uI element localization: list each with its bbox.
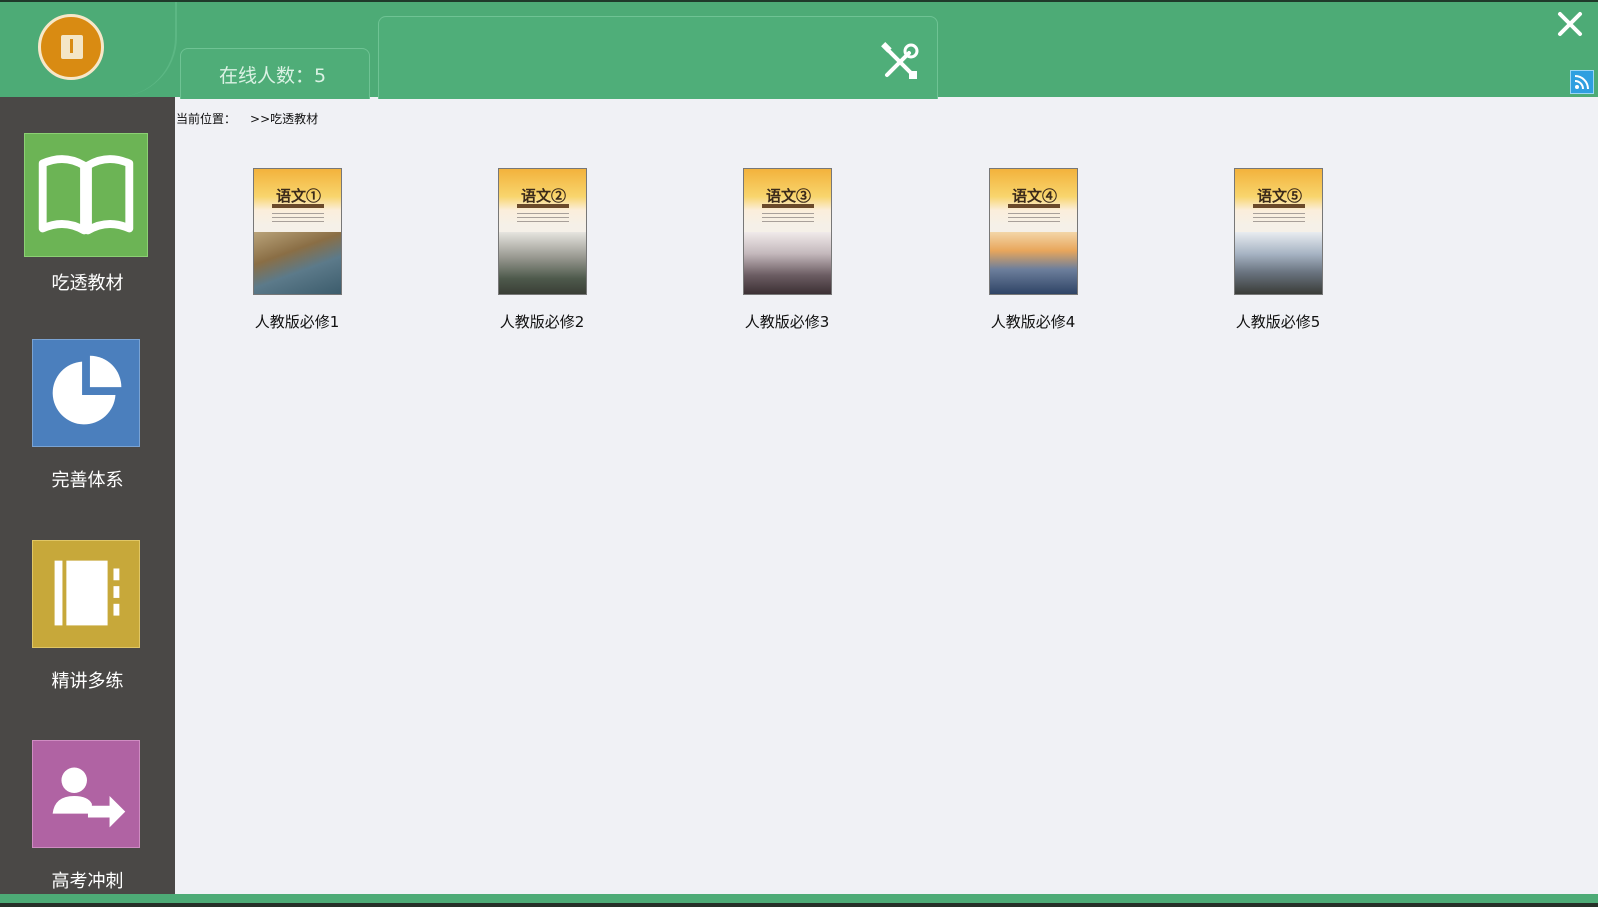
book-item[interactable]: 语文② 人教版必修2 (467, 168, 617, 338)
app-logo[interactable] (38, 14, 104, 80)
cover-text-lines (272, 213, 324, 223)
tools-panel (378, 16, 938, 99)
sidebar-item-system[interactable]: 完善体系 (0, 339, 175, 499)
book-item[interactable]: 语文⑤ 人教版必修5 (1203, 168, 1353, 338)
cover-landscape (254, 232, 341, 294)
bottom-edge (0, 903, 1598, 907)
top-bar: 在线人数：5 (0, 0, 1598, 99)
main-content: 当前位置： >>吃透教材 语文① 人教版必修1 语文② 人教版必修2 语文③ 人教… (175, 97, 1598, 894)
online-count-label: 在线人数：5 (219, 65, 327, 87)
book-label: 人教版必修5 (1235, 313, 1321, 331)
book-icon (38, 155, 134, 235)
exam-tile[interactable] (32, 740, 140, 848)
cover-title: 语文② (521, 187, 567, 205)
cover-band (517, 204, 569, 208)
sidebar-item-label: 高考冲刺 (51, 871, 124, 892)
cover-title: 语文⑤ (1257, 187, 1303, 205)
rss-icon[interactable] (1570, 70, 1594, 94)
close-icon[interactable] (1556, 10, 1584, 38)
logo-area (0, 2, 177, 97)
book-label: 人教版必修1 (254, 313, 340, 331)
sidebar: 吃透教材 完善体系 精讲多练 高考冲刺 (0, 97, 175, 894)
logo-icon (61, 35, 83, 59)
cover-text-lines (1008, 213, 1060, 223)
book-item[interactable]: 语文④ 人教版必修4 (958, 168, 1108, 338)
sidebar-item-label: 完善体系 (51, 470, 124, 491)
sidebar-item-practice[interactable]: 精讲多练 (0, 540, 175, 700)
breadcrumb: 当前位置： >>吃透教材 (176, 110, 318, 127)
cover-band (762, 204, 814, 208)
sidebar-item-label: 精讲多练 (51, 671, 124, 692)
user-arrow-icon (52, 767, 126, 828)
book-label: 人教版必修2 (499, 313, 585, 331)
breadcrumb-prefix: 当前位置： (176, 112, 237, 126)
textbook-tile[interactable] (24, 133, 148, 257)
cover-landscape (1235, 232, 1322, 294)
book-cover[interactable]: 语文① (253, 168, 342, 295)
cover-text-lines (517, 213, 569, 223)
sidebar-item-label: 吃透教材 (51, 273, 124, 294)
online-count-tab: 在线人数：5 (180, 48, 370, 99)
system-tile[interactable] (32, 339, 140, 447)
cover-title: 语文③ (766, 187, 812, 205)
cover-title: 语文④ (1012, 187, 1058, 205)
cover-band (1008, 204, 1060, 208)
cover-band (272, 204, 324, 208)
book-cover[interactable]: 语文④ (989, 168, 1078, 295)
book-cover[interactable]: 语文③ (743, 168, 832, 295)
cover-title: 语文① (276, 187, 322, 205)
cover-landscape (744, 232, 831, 294)
tools-icon[interactable] (879, 41, 921, 83)
breadcrumb-path[interactable]: >>吃透教材 (250, 112, 318, 126)
cover-landscape (499, 232, 586, 294)
sidebar-item-textbook[interactable]: 吃透教材 (0, 133, 175, 303)
book-item[interactable]: 语文③ 人教版必修3 (712, 168, 862, 338)
book-label: 人教版必修4 (990, 313, 1076, 331)
book-label: 人教版必修3 (744, 313, 830, 331)
practice-tile[interactable] (32, 540, 140, 648)
pie-chart-icon (52, 355, 122, 425)
book-item[interactable]: 语文① 人教版必修1 (222, 168, 372, 338)
cover-band (1253, 204, 1305, 208)
cover-landscape (990, 232, 1077, 294)
notebook-icon (54, 560, 120, 626)
cover-text-lines (1253, 213, 1305, 223)
sidebar-item-exam[interactable]: 高考冲刺 (0, 740, 175, 900)
cover-text-lines (762, 213, 814, 223)
book-cover[interactable]: 语文② (498, 168, 587, 295)
book-cover[interactable]: 语文⑤ (1234, 168, 1323, 295)
